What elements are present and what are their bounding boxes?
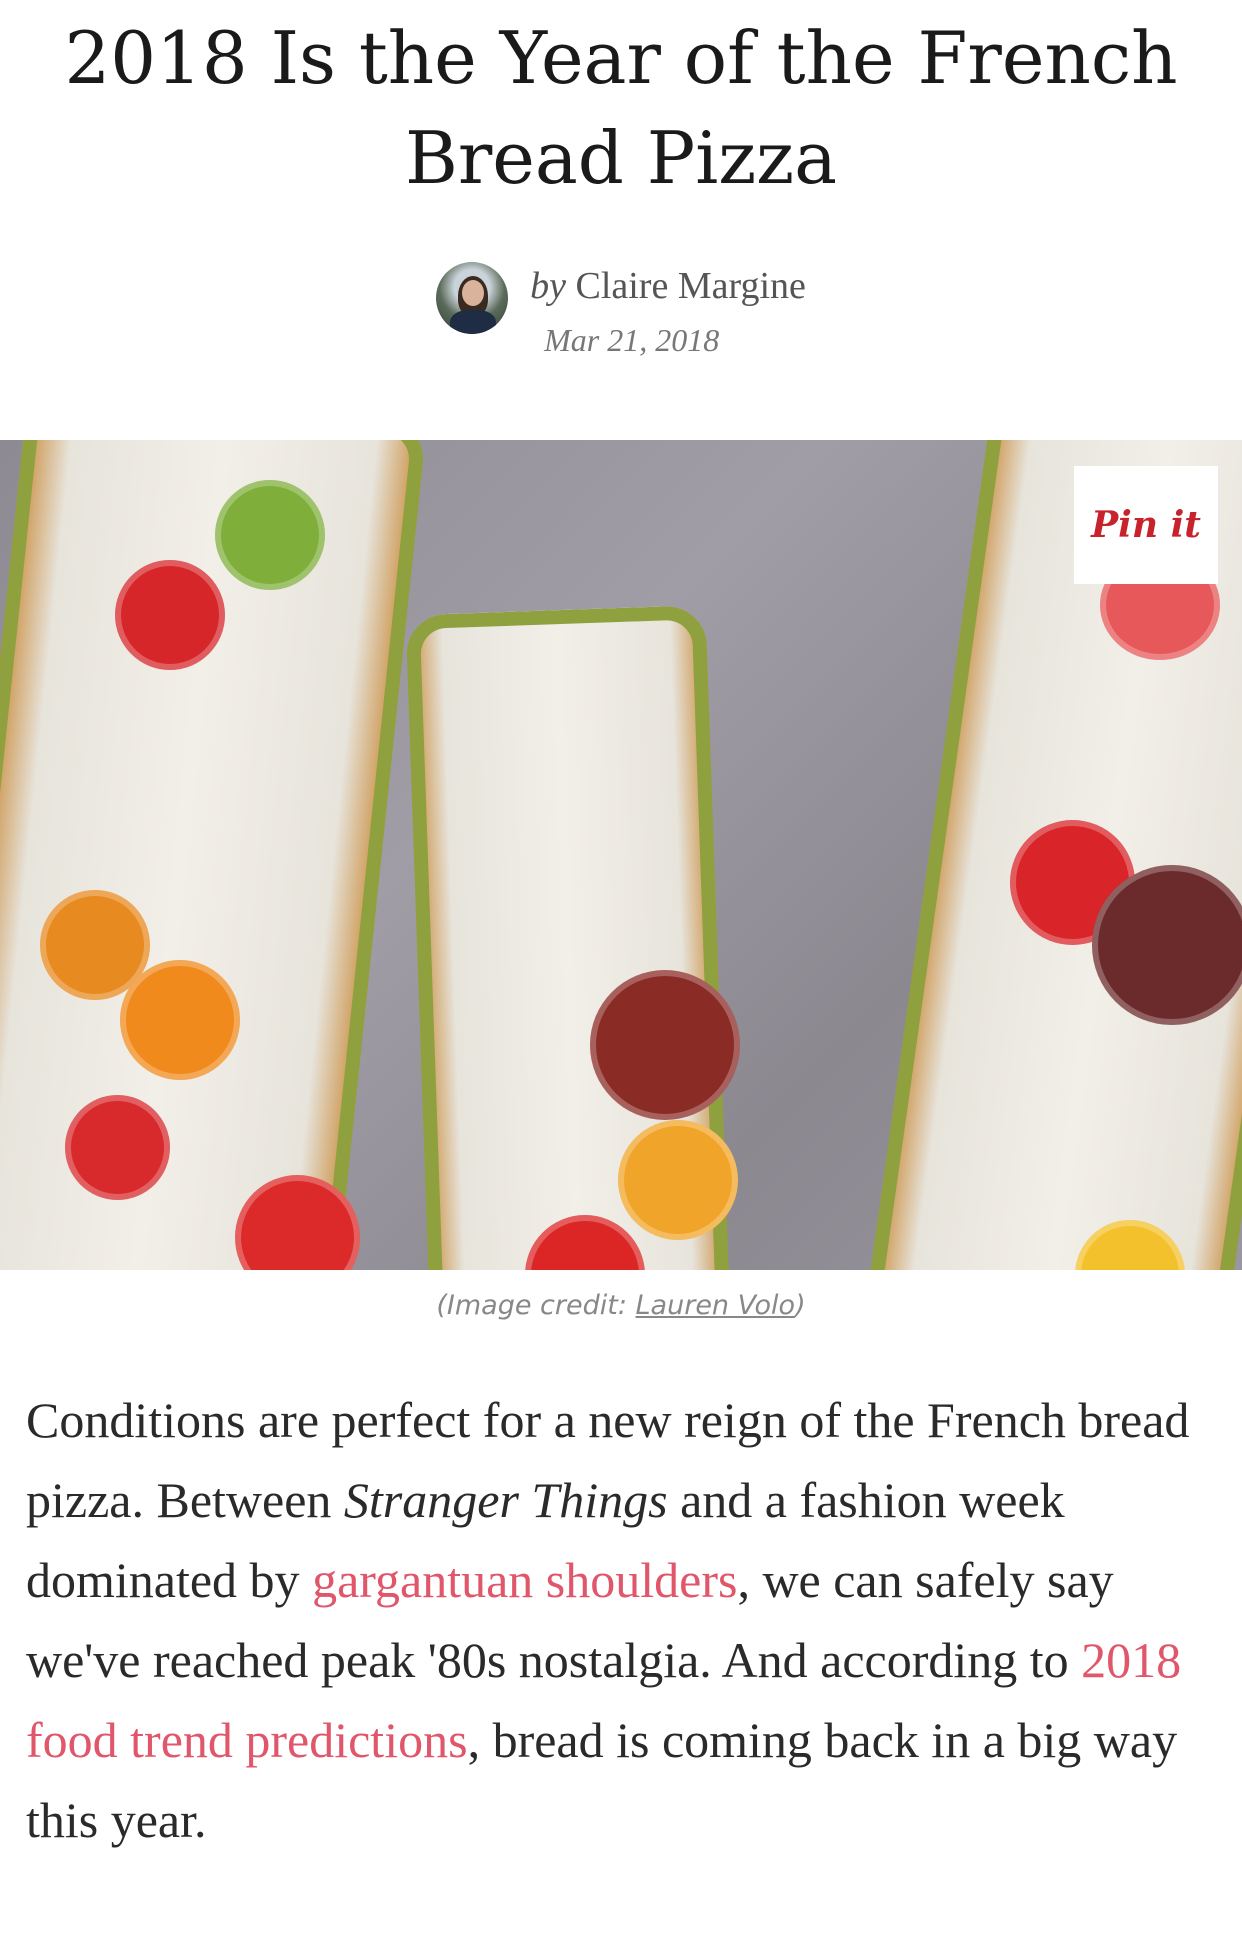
tomato: [115, 560, 225, 670]
tomato: [215, 480, 325, 590]
show-title: Stranger Things: [343, 1472, 668, 1528]
tomato: [65, 1095, 170, 1200]
byline: by Claire Margine Mar 21, 2018: [0, 262, 1242, 358]
link-gargantuan-shoulders[interactable]: gargantuan shoulders: [312, 1552, 737, 1608]
hero-image: Pin it: [0, 440, 1242, 1270]
tomato: [120, 960, 240, 1080]
tomato: [618, 1120, 738, 1240]
article-paragraph: Conditions are perfect for a new reign o…: [26, 1380, 1216, 1860]
author-line: by Claire Margine: [530, 262, 806, 310]
author-name[interactable]: Claire Margine: [575, 265, 805, 307]
credit-link[interactable]: Lauren Volo: [636, 1290, 796, 1321]
image-credit: (Image credit: Lauren Volo): [0, 1286, 1242, 1326]
pin-it-button[interactable]: Pin it: [1074, 466, 1218, 584]
byline-text: by Claire Margine Mar 21, 2018: [530, 262, 806, 358]
tomato: [1092, 865, 1242, 1025]
publish-date: Mar 21, 2018: [544, 322, 720, 358]
credit-prefix: (Image credit:: [436, 1290, 636, 1321]
credit-suffix: ): [795, 1290, 806, 1321]
tomato: [590, 970, 740, 1120]
article-title: 2018 Is the Year of the French Bread Piz…: [64, 16, 1178, 200]
author-avatar[interactable]: [436, 262, 509, 334]
author-prefix: by: [530, 265, 566, 307]
